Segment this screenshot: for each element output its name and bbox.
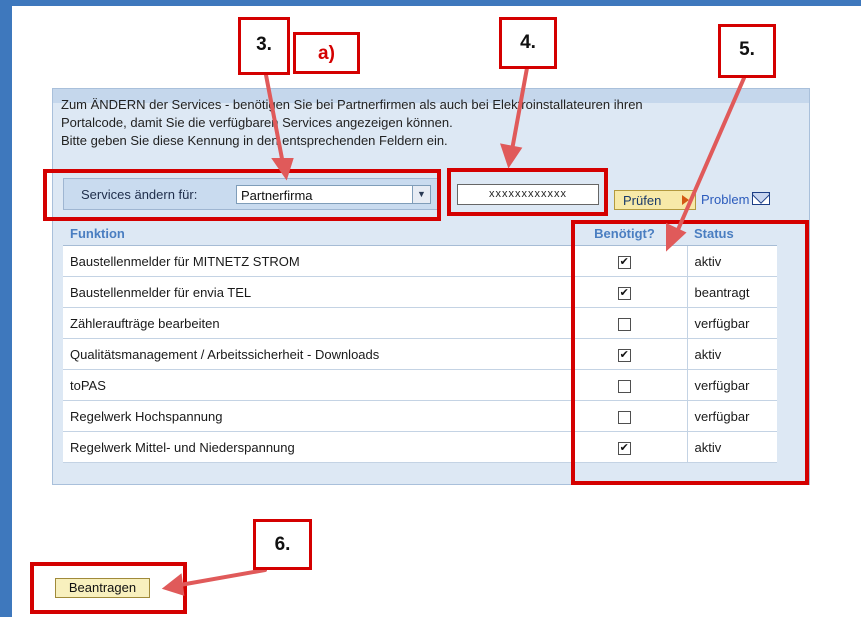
annotation-arrows [161, 66, 746, 596]
callout-6-label: 6. [274, 534, 291, 555]
arrow-head-5 [666, 222, 687, 252]
callout-5: 5. [718, 24, 776, 78]
callout-4: 4. [499, 17, 557, 69]
callout-6: 6. [253, 519, 312, 570]
arrow-line-6 [178, 568, 267, 587]
callout-3-label: 3. [256, 34, 272, 55]
arrow-head-3 [271, 158, 294, 181]
callout-a: a) [293, 32, 360, 74]
arrow-line-4 [510, 66, 529, 152]
arrow-line-3 [264, 73, 285, 166]
arrow-head-6 [161, 573, 185, 596]
arrow-head-4 [500, 143, 523, 169]
callout-5-label: 5. [739, 39, 755, 60]
callout-a-label: a) [318, 43, 335, 64]
callout-4-label: 4. [520, 32, 536, 53]
callout-3: 3. [238, 17, 290, 75]
arrow-line-5 [675, 76, 746, 234]
